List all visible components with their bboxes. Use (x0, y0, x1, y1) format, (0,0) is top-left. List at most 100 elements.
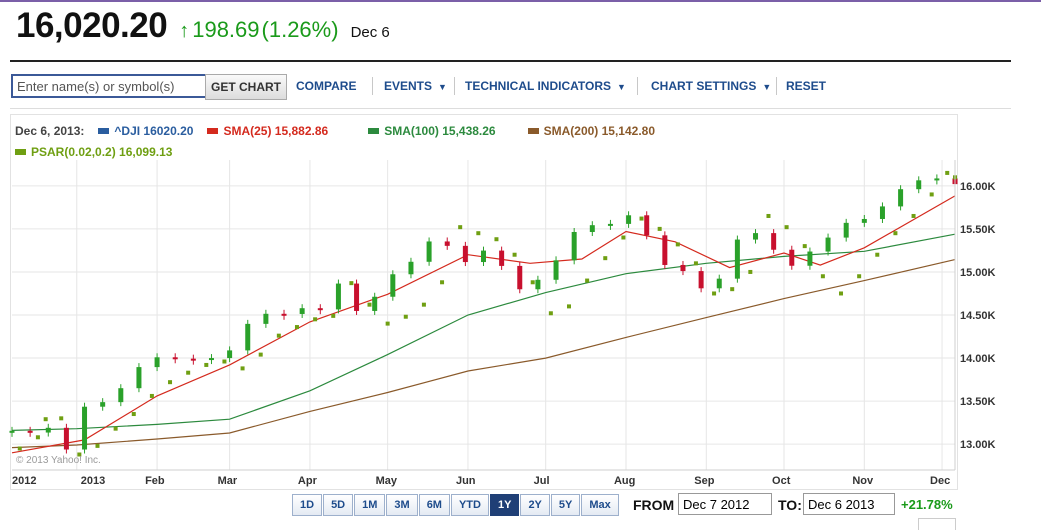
candle-body (208, 358, 214, 361)
range-button-1m[interactable]: 1M (354, 494, 386, 516)
to-label: TO: (778, 497, 802, 513)
candle-body (879, 206, 885, 219)
psar-dot (784, 225, 789, 230)
legend-row: Dec 6, 2013: ^DJI 16020.20 SMA(25) 15,88… (15, 120, 945, 141)
candle-body (9, 430, 15, 433)
sma25-line (11, 195, 956, 454)
candle-body (898, 189, 904, 207)
psar-dot (802, 244, 807, 249)
psar-dot (857, 274, 862, 279)
psar-dot (748, 269, 753, 274)
series-line (11, 259, 956, 449)
candle-body (716, 278, 722, 289)
candle-body (571, 231, 577, 261)
psar-dot (585, 278, 590, 283)
candle-body (753, 233, 759, 240)
range-button-max[interactable]: Max (581, 494, 619, 516)
candle-body (27, 430, 33, 433)
psar-dot (911, 213, 916, 218)
legend-sma25[interactable]: SMA(25) 15,882.86 (223, 124, 328, 138)
psar-dot (240, 366, 245, 371)
candle-body (680, 264, 686, 272)
psar-dot (875, 252, 880, 257)
candle-body (82, 406, 88, 450)
price-chart[interactable]: 13.00K 13.50K 14.00K 14.50K 15.00K 15.50K 16.0… (0, 0, 1041, 529)
candle-body (372, 296, 378, 311)
candle-body (354, 283, 360, 311)
x-tick-label: Mar (218, 475, 238, 487)
range-button-5d[interactable]: 5D (323, 494, 354, 516)
range-button-1d[interactable]: 1D (292, 494, 323, 516)
psar-dot (693, 261, 698, 266)
psar-dot (766, 213, 771, 218)
candle-body (63, 427, 69, 450)
range-button-3m[interactable]: 3M (386, 494, 418, 516)
psar-dot (35, 435, 40, 440)
psar-dot (349, 281, 354, 286)
range-selector: 1D 5D 1M 3M 6M YTD 1Y 2Y 5Y Max (292, 494, 620, 516)
x-tick-label: 2013 (81, 475, 105, 487)
mini-navigator[interactable] (918, 518, 956, 530)
series-line (11, 195, 956, 454)
copyright-note: © 2013 Yahoo! Inc. (16, 455, 101, 466)
x-tick-label: Nov (852, 475, 874, 487)
x-tick-label: Jun (456, 475, 476, 487)
psar-dot (458, 225, 463, 230)
range-button-6m[interactable]: 6M (418, 494, 450, 516)
psar-dot (403, 314, 408, 319)
range-button-ytd[interactable]: YTD (450, 494, 489, 516)
psar-dot (603, 256, 608, 261)
legend-swatch-sma100 (368, 127, 380, 134)
candle-body (517, 265, 523, 290)
candle-body (481, 250, 486, 263)
psar-dot (294, 325, 299, 330)
candle-body (843, 222, 849, 238)
psar-dot (839, 291, 844, 296)
psar-dot (421, 302, 426, 307)
range-button-1y[interactable]: 1Y (489, 494, 520, 516)
candle-body (644, 215, 650, 236)
candle-body (916, 180, 922, 190)
range-button-2y[interactable]: 2Y (520, 494, 550, 516)
x-tick-label: Sep (694, 475, 714, 487)
candle-body (390, 274, 396, 297)
x-tick-label: Dec (930, 475, 950, 487)
legend-psar[interactable]: PSAR(0.02,0.2) 16,099.13 (31, 145, 172, 159)
psar-dot (59, 416, 64, 421)
candle-body (154, 357, 160, 368)
psar-dots (17, 170, 957, 457)
candle-body (553, 260, 559, 280)
psar-dot (675, 242, 680, 247)
candle-body (444, 241, 450, 246)
candle-body (45, 427, 51, 433)
legend-date: Dec 6, 2013: (15, 123, 85, 138)
to-date-input[interactable] (803, 493, 895, 515)
candle-body (190, 358, 196, 361)
candle-body (426, 241, 432, 262)
psar-dot (657, 226, 662, 231)
legend-sma200[interactable]: SMA(200) 15,142.80 (544, 124, 655, 138)
candle-body (825, 237, 831, 252)
candle-body (789, 249, 795, 266)
psar-dot (186, 370, 191, 375)
legend-sma100[interactable]: SMA(100) 15,438.26 (384, 124, 495, 138)
legend-swatch-sma200 (527, 127, 539, 134)
candle-body (263, 313, 269, 324)
x-tick-label: Aug (614, 475, 635, 487)
psar-dot (17, 446, 22, 451)
psar-dot (276, 333, 281, 338)
from-date-input[interactable] (678, 493, 772, 515)
candle-body (499, 250, 505, 266)
from-label: FROM (633, 497, 675, 513)
psar-dot (440, 280, 445, 285)
y-tick-label: 13.50K (960, 396, 996, 408)
range-button-5y[interactable]: 5Y (550, 494, 581, 516)
x-tick-label: Apr (298, 475, 318, 487)
psar-dot (621, 235, 626, 240)
candle-body (626, 215, 632, 224)
psar-dot (43, 417, 48, 422)
legend-swatch-dji (98, 127, 110, 134)
x-tick-label: Oct (772, 475, 791, 487)
y-tick-label: 15.00K (960, 267, 996, 279)
psar-dot (512, 252, 517, 257)
